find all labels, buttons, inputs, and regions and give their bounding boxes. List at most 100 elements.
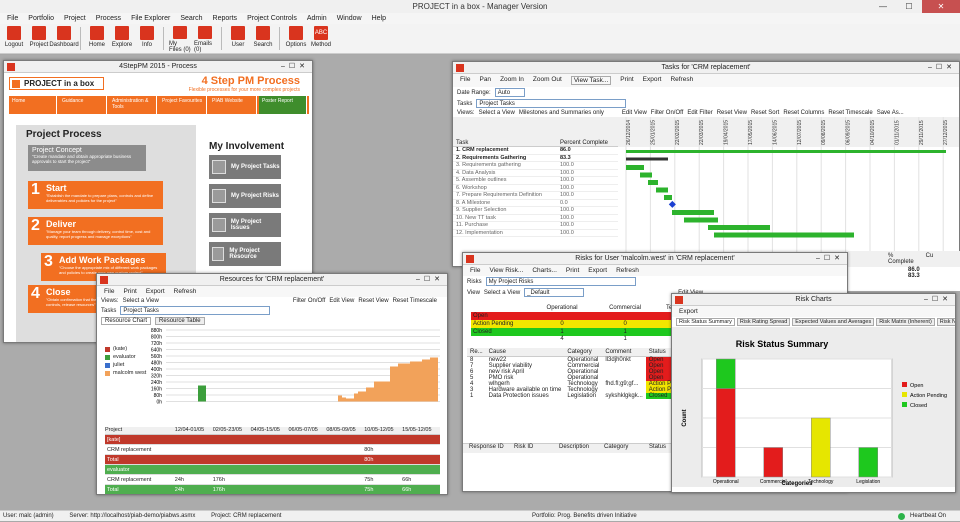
- risks-menu-item[interactable]: View Risk...: [489, 267, 523, 274]
- column-header[interactable]: Cause: [486, 348, 565, 357]
- column-header[interactable]: Category: [598, 444, 643, 453]
- table-row[interactable]: CRM replacement 80h: [105, 445, 440, 455]
- toolbar-dashboard-button[interactable]: Dashboard: [49, 24, 79, 53]
- table-row[interactable]: [kate]: [105, 435, 440, 445]
- resources-action-0[interactable]: Filter On/Off: [293, 298, 326, 304]
- risks-menu-item[interactable]: File: [470, 267, 480, 274]
- step-2-box[interactable]: 2 Deliver "Manage your team through delive…: [28, 217, 163, 245]
- resources-menu-item[interactable]: Export: [146, 288, 165, 295]
- menu-file-explorer[interactable]: File Explorer: [131, 13, 170, 24]
- toolbar-email-button[interactable]: Emails (0): [194, 24, 216, 53]
- tasks-select[interactable]: Project Tasks: [120, 306, 271, 315]
- gantt-bar[interactable]: [684, 217, 718, 223]
- toolbar-files-button[interactable]: My Files (0): [169, 24, 191, 53]
- window-controls[interactable]: –☐✕: [924, 294, 952, 306]
- column-header[interactable]: 15/05-12/05: [402, 427, 440, 434]
- select-view-button[interactable]: Select a View: [484, 290, 520, 296]
- tab-resource-table[interactable]: Resource Table: [155, 317, 205, 325]
- table-row[interactable]: 6. Workshop 100.0: [453, 185, 618, 192]
- date-range-select[interactable]: Auto: [494, 88, 525, 97]
- column-header[interactable]: 06/05-07/05: [288, 427, 326, 434]
- table-row[interactable]: 11. Purchase 100.0: [453, 222, 618, 230]
- resources-action-3[interactable]: Reset Timescale: [393, 298, 437, 304]
- risks-select[interactable]: My Project Risks: [485, 277, 636, 286]
- toolbar-logout-button[interactable]: Logout: [3, 24, 25, 53]
- gantt-bar[interactable]: [664, 195, 672, 200]
- gantt-bar[interactable]: [626, 165, 644, 170]
- gantt-bar[interactable]: [626, 157, 668, 161]
- table-row[interactable]: 2. Requirements Gathering 83.3: [453, 155, 618, 162]
- select-view-button[interactable]: Select a View: [479, 110, 515, 116]
- window-controls[interactable]: –☐✕: [928, 62, 956, 74]
- gantt-bar[interactable]: [648, 180, 658, 185]
- select-view-button[interactable]: Select a View: [123, 298, 159, 304]
- gantt-bar[interactable]: [626, 150, 946, 153]
- risks-menu-item[interactable]: Charts...: [532, 267, 557, 274]
- toolbar-search-button[interactable]: Search: [252, 24, 274, 53]
- involvement-item-2[interactable]: My Project Issues: [209, 213, 281, 237]
- view-select[interactable]: _Default: [524, 288, 585, 297]
- minimize-icon[interactable]: —: [870, 0, 896, 13]
- menu-admin[interactable]: Admin: [307, 13, 327, 24]
- process-nav-3[interactable]: Project Favourites: [159, 96, 207, 114]
- column-header[interactable]: Response ID: [463, 444, 508, 453]
- tasks-menu-item[interactable]: Pan: [479, 76, 491, 85]
- table-row[interactable]: 1 Data Protection issues Legislation sykshk…: [467, 393, 678, 399]
- tasks-menu-item[interactable]: Export: [643, 76, 662, 85]
- tasks-menu-item[interactable]: Zoom In: [500, 76, 524, 85]
- matrix-cell[interactable]: 0: [531, 320, 594, 328]
- table-row[interactable]: 8. A Milestone 0.0: [453, 200, 618, 207]
- toolbar-explore-button[interactable]: Explore: [111, 24, 133, 53]
- table-row[interactable]: 10. New TT task 100.0: [453, 215, 618, 222]
- resources-action-1[interactable]: Edit View: [329, 298, 354, 304]
- tasks-menu-item[interactable]: File: [460, 76, 470, 85]
- gantt-bar[interactable]: [640, 172, 652, 178]
- toolbar-options-button[interactable]: Options: [285, 24, 307, 53]
- tasks-menu-item[interactable]: View Task...: [570, 76, 612, 85]
- maximize-icon[interactable]: ☐: [896, 0, 922, 13]
- resources-window-title-bar[interactable]: Resources for 'CRM replacement' –☐✕: [97, 274, 447, 286]
- tasks-action-6[interactable]: Reset Timescale: [828, 110, 872, 116]
- matrix-cell[interactable]: [531, 312, 594, 320]
- tasks-action-2[interactable]: Edit Filter: [687, 110, 712, 116]
- toolbar-project-button[interactable]: Project: [28, 24, 50, 53]
- column-header[interactable]: 04/05-15/05: [251, 427, 289, 434]
- tasks-action-0[interactable]: Edit View: [622, 110, 647, 116]
- table-row[interactable]: 12. Implementation 100.0: [453, 230, 618, 237]
- window-controls[interactable]: –☐✕: [416, 274, 444, 286]
- column-header[interactable]: 10/05-12/05: [364, 427, 402, 434]
- tasks-action-1[interactable]: Filter On/Off: [651, 110, 684, 116]
- tab-risk-chart-1[interactable]: Risk Rating Spread: [736, 318, 791, 326]
- matrix-cell[interactable]: [593, 312, 658, 320]
- resources-action-2[interactable]: Reset View: [358, 298, 388, 304]
- tasks-action-3[interactable]: Reset View: [717, 110, 747, 116]
- risks-window-title-bar[interactable]: Risks for User 'malcolm.west' in 'CRM re…: [463, 253, 847, 265]
- concept-box[interactable]: Project Concept "Create mandate and obtai…: [28, 145, 146, 171]
- tasks-action-4[interactable]: Reset Sort: [751, 110, 779, 116]
- table-row[interactable]: 1. CRM replacement 86.0: [453, 147, 618, 155]
- gantt-bar[interactable]: [714, 232, 854, 238]
- table-row[interactable]: evaluator: [105, 465, 440, 475]
- table-row[interactable]: Total 24h 176h 75h 66h: [105, 485, 440, 494]
- table-row[interactable]: Total 80h: [105, 455, 440, 465]
- process-window-title-bar[interactable]: 4StepPM 2015 - Process –☐✕: [4, 61, 312, 73]
- tasks-action-7[interactable]: Save As...: [877, 110, 904, 116]
- tasks-window-title-bar[interactable]: Tasks for 'CRM replacement' –☐✕: [453, 62, 959, 74]
- involvement-item-0[interactable]: My Project Tasks: [209, 155, 281, 179]
- gantt-chart[interactable]: 26/12/2014 25/01/2015 22/02/2015 22/03/2015…: [618, 117, 960, 265]
- gantt-bar[interactable]: [672, 210, 714, 215]
- table-row[interactable]: 9. Supplier Selection 100.0: [453, 207, 618, 215]
- close-icon[interactable]: ✕: [922, 0, 960, 13]
- table-row[interactable]: CRM replacement 24h 176h 75h 66h: [105, 475, 440, 485]
- column-header[interactable]: Project: [105, 427, 175, 434]
- toolbar-method-button[interactable]: ABC Method: [310, 24, 332, 53]
- tab-risk-chart-4[interactable]: Risk N: [936, 318, 955, 326]
- window-controls[interactable]: –☐✕: [816, 253, 844, 265]
- column-header[interactable]: Description: [553, 444, 598, 453]
- menu-search[interactable]: Search: [180, 13, 202, 24]
- column-header[interactable]: 08/05-09/05: [326, 427, 364, 434]
- risk-charts-menu-item[interactable]: Export: [679, 308, 698, 315]
- matrix-cell[interactable]: 1: [531, 328, 594, 336]
- column-header[interactable]: 12/04-01/05: [175, 427, 213, 434]
- process-nav-5[interactable]: Poster Report: [259, 96, 307, 114]
